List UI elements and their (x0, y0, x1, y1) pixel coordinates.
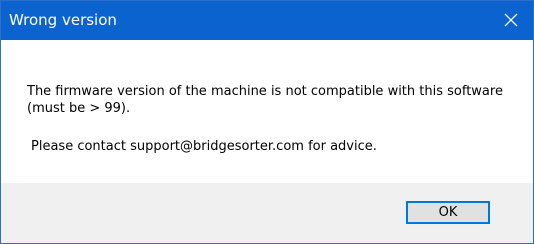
dialog-title: Wrong version (9, 11, 117, 29)
button-bar: OK (1, 183, 533, 243)
close-icon (504, 13, 518, 27)
close-button[interactable] (489, 1, 533, 40)
error-message: The firmware version of the machine is n… (27, 84, 503, 116)
message-dialog: Wrong version The firmware version of th… (0, 0, 534, 244)
ok-button[interactable]: OK (406, 201, 490, 224)
title-bar: Wrong version (1, 1, 533, 40)
dialog-content: The firmware version of the machine is n… (1, 40, 533, 183)
contact-message: Please contact support@bridgesorter.com … (31, 139, 377, 154)
